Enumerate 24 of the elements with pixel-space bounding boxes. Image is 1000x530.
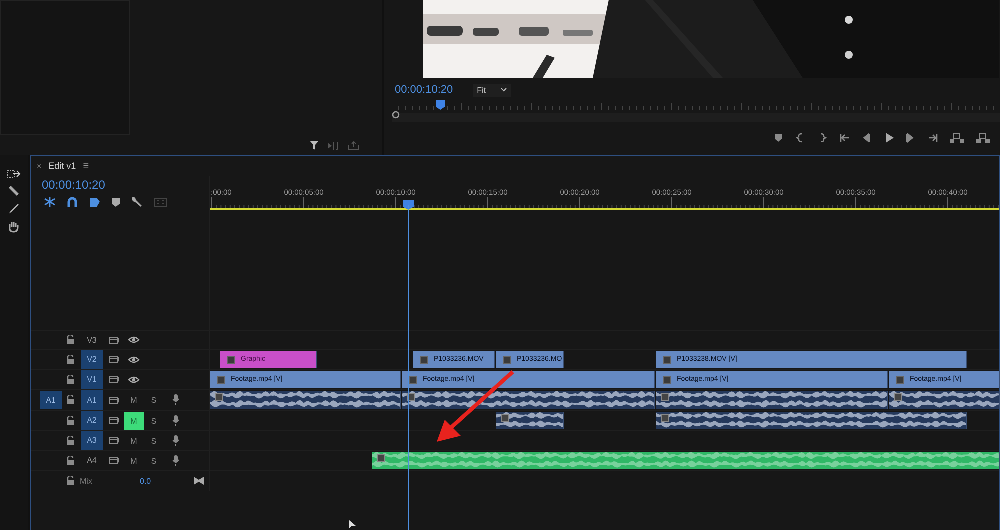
track-target[interactable]: V3 bbox=[81, 331, 103, 349]
mix-label: Mix bbox=[80, 476, 92, 488]
mute-button[interactable]: M bbox=[124, 432, 144, 450]
track-target[interactable]: V2 bbox=[81, 350, 103, 369]
solo-button[interactable]: S bbox=[144, 412, 164, 430]
track-target[interactable]: A2 bbox=[81, 411, 103, 430]
mute-button[interactable]: M bbox=[124, 391, 144, 410]
timecode[interactable]: 00:00:10:20 bbox=[395, 84, 454, 96]
track-target[interactable]: A4 bbox=[81, 451, 103, 470]
timecode[interactable]: 00:00:10:20 bbox=[42, 178, 209, 192]
track-target[interactable]: A3 bbox=[81, 431, 103, 450]
mute-button[interactable]: M bbox=[124, 452, 144, 470]
panel-menu-button[interactable]: ≡ bbox=[83, 160, 90, 172]
zoom-dropdown[interactable]: Fit bbox=[473, 84, 512, 96]
track-target[interactable]: A1 bbox=[81, 390, 103, 410]
close-button[interactable]: × bbox=[37, 162, 42, 170]
mix-value[interactable]: 0.0 bbox=[140, 471, 152, 491]
solo-button[interactable]: S bbox=[144, 432, 164, 450]
track-target[interactable]: V1 bbox=[81, 370, 103, 389]
solo-button[interactable]: S bbox=[144, 452, 164, 470]
sequence-tab[interactable]: Edit v1 bbox=[48, 161, 76, 171]
mute-button[interactable]: M bbox=[124, 412, 144, 430]
solo-button[interactable]: S bbox=[144, 391, 164, 410]
source-patch[interactable]: A1 bbox=[40, 391, 62, 409]
